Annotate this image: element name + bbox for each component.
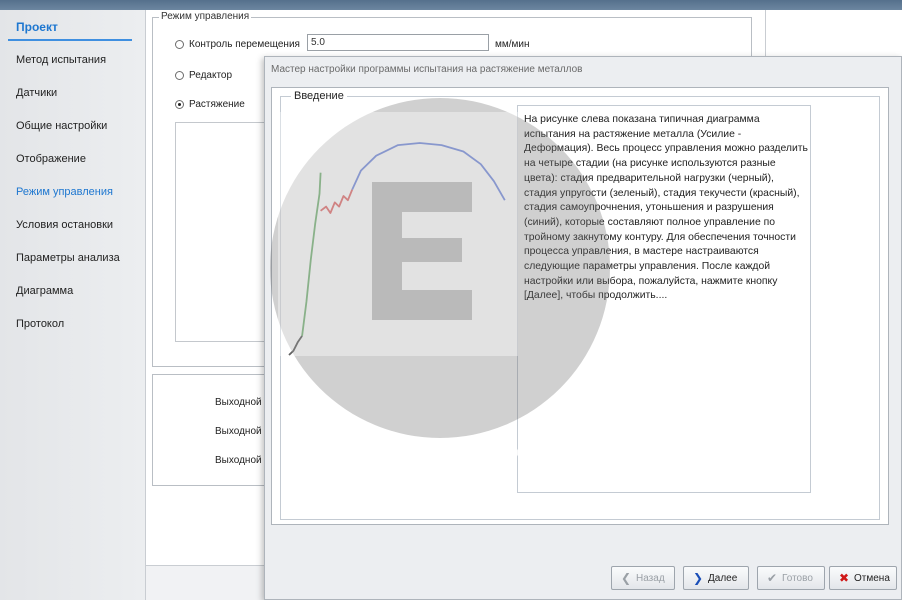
sidebar-item-diagram[interactable]: Диаграмма bbox=[16, 285, 73, 297]
intro-section-title: Введение bbox=[291, 90, 347, 102]
sidebar-item-sensors[interactable]: Датчики bbox=[16, 87, 57, 99]
curve-series-0 bbox=[288, 335, 303, 356]
intro-group: Введение На рисунке слева показана типич… bbox=[280, 90, 880, 520]
sidebar-item-project[interactable]: Проект bbox=[16, 20, 58, 34]
finish-button-label: Готово bbox=[782, 572, 813, 584]
sidebar: Проект Метод испытания Датчики Общие нас… bbox=[0, 10, 146, 600]
next-button[interactable]: ❯ Далее bbox=[683, 566, 749, 590]
check-icon: ✔ bbox=[766, 571, 778, 585]
radio-displacement[interactable] bbox=[175, 40, 184, 49]
finish-button[interactable]: ✔ Готово bbox=[757, 566, 825, 590]
sidebar-item-analysis-params[interactable]: Параметры анализа bbox=[16, 252, 120, 264]
radio-editor[interactable] bbox=[175, 71, 184, 80]
curve-series-3 bbox=[351, 142, 506, 201]
window-title-bar bbox=[0, 0, 902, 10]
displacement-speed-input[interactable] bbox=[307, 34, 489, 51]
tension-wizard-dialog: Мастер настройки программы испытания на … bbox=[264, 56, 902, 600]
description-box: На рисунке слева показана типичная диагр… bbox=[517, 105, 811, 493]
output-label-3: Выходной bbox=[215, 455, 262, 466]
dialog-title: Мастер настройки программы испытания на … bbox=[271, 64, 583, 75]
next-arrow-icon: ❯ bbox=[692, 571, 704, 585]
radio-tension-label: Растяжение bbox=[189, 99, 245, 110]
sidebar-item-stop-conditions[interactable]: Условия остановки bbox=[16, 219, 113, 231]
radio-editor-label: Редактор bbox=[189, 70, 233, 81]
description-text: На рисунке слева показана типичная диагр… bbox=[524, 114, 808, 302]
sidebar-item-report[interactable]: Протокол bbox=[16, 318, 64, 330]
curve-series-1 bbox=[301, 172, 322, 337]
cancel-button[interactable]: ✖ Отмена bbox=[829, 566, 897, 590]
displacement-unit-label: мм/мин bbox=[495, 39, 530, 50]
output-label-2: Выходной bbox=[215, 426, 262, 437]
intro-panel: Введение На рисунке слева показана типич… bbox=[271, 87, 889, 525]
sidebar-separator bbox=[8, 39, 132, 41]
output-label-1: Выходной bbox=[215, 397, 262, 408]
tension-diagram-chart bbox=[288, 142, 506, 356]
curve-series-2 bbox=[320, 189, 354, 214]
sidebar-item-test-method[interactable]: Метод испытания bbox=[16, 54, 106, 66]
sidebar-item-general-settings[interactable]: Общие настройки bbox=[16, 120, 107, 132]
radio-displacement-label: Контроль перемещения bbox=[189, 39, 300, 50]
sidebar-item-control-mode[interactable]: Режим управления bbox=[16, 186, 113, 198]
close-icon: ✖ bbox=[838, 571, 850, 585]
back-arrow-icon: ❮ bbox=[620, 571, 632, 585]
cancel-button-label: Отмена bbox=[854, 572, 890, 584]
next-button-label: Далее bbox=[708, 572, 738, 584]
back-button[interactable]: ❮ Назад bbox=[611, 566, 675, 590]
radio-tension[interactable] bbox=[175, 100, 184, 109]
back-button-label: Назад bbox=[636, 572, 665, 584]
sidebar-item-display[interactable]: Отображение bbox=[16, 153, 86, 165]
app-window: Проект Метод испытания Датчики Общие нас… bbox=[0, 0, 902, 600]
control-mode-group-title: Режим управления bbox=[159, 11, 252, 22]
tension-settings-area bbox=[175, 122, 275, 342]
